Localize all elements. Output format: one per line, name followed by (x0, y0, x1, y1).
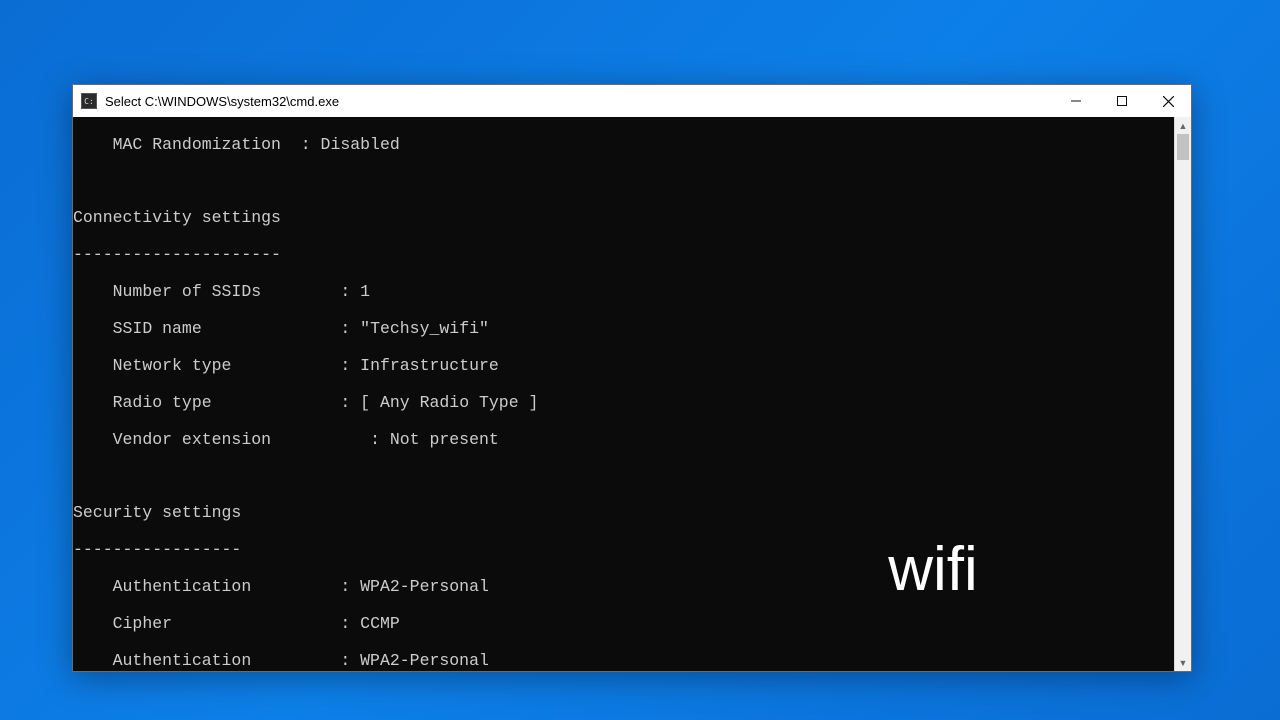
section-connectivity-title: Connectivity settings (73, 209, 1174, 227)
terminal-output[interactable]: MAC Randomization : Disabled Connectivit… (73, 117, 1174, 671)
scroll-up-icon[interactable]: ▲ (1175, 117, 1191, 134)
maximize-button[interactable] (1099, 85, 1145, 117)
term-line: Network type : Infrastructure (73, 357, 1174, 375)
section-dashes: --------------------- (73, 246, 1174, 264)
scrollbar-thumb[interactable] (1177, 134, 1189, 160)
scrollbar-track[interactable] (1175, 134, 1191, 654)
term-line: SSID name : "Techsy_wifi" (73, 320, 1174, 338)
term-line: Radio type : [ Any Radio Type ] (73, 394, 1174, 412)
section-dashes: ----------------- (73, 541, 1174, 559)
term-line: MAC Randomization : Disabled (73, 136, 1174, 154)
minimize-button[interactable] (1053, 85, 1099, 117)
client-area: MAC Randomization : Disabled Connectivit… (73, 117, 1191, 671)
window-title: Select C:\WINDOWS\system32\cmd.exe (105, 94, 339, 109)
titlebar[interactable]: C: Select C:\WINDOWS\system32\cmd.exe (73, 85, 1191, 117)
vertical-scrollbar[interactable]: ▲ ▼ (1174, 117, 1191, 671)
term-line: Authentication : WPA2-Personal (73, 652, 1174, 670)
cmd-window: C: Select C:\WINDOWS\system32\cmd.exe MA… (72, 84, 1192, 672)
scroll-down-icon[interactable]: ▼ (1175, 654, 1191, 671)
section-security-title: Security settings (73, 504, 1174, 522)
term-line: Cipher : CCMP (73, 615, 1174, 633)
term-line: Vendor extension : Not present (73, 431, 1174, 449)
term-line: Number of SSIDs : 1 (73, 283, 1174, 301)
close-button[interactable] (1145, 85, 1191, 117)
term-line: Authentication : WPA2-Personal (73, 578, 1174, 596)
cmd-icon: C: (81, 93, 97, 109)
